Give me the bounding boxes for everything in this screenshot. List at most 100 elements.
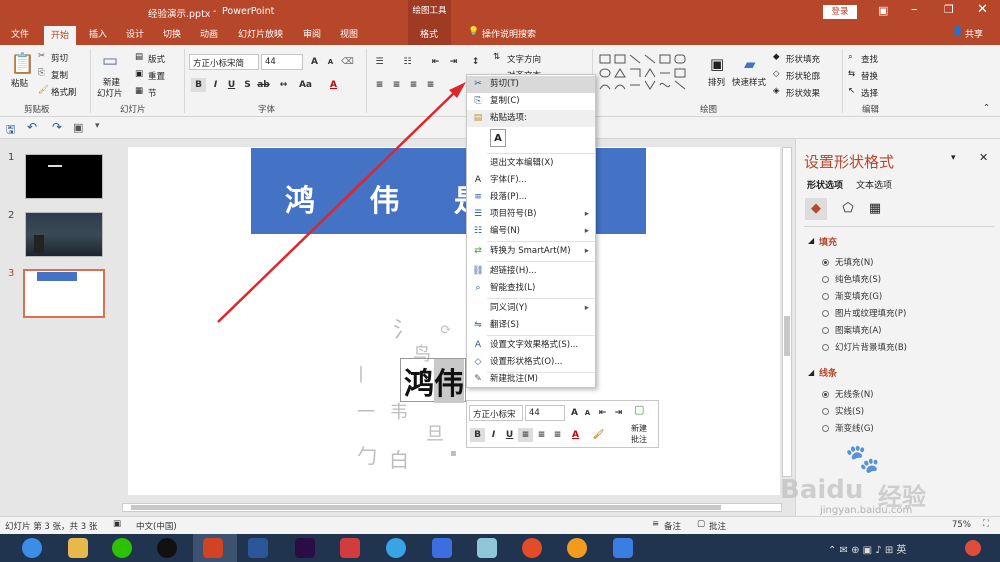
app-icon[interactable] [477, 538, 497, 558]
menu-separator [487, 153, 595, 154]
line-section-header[interactable]: 线条 [819, 366, 837, 379]
mini-shrink-font-icon[interactable]: A [580, 406, 595, 420]
word-icon[interactable] [248, 538, 268, 558]
menu-item-hyperlink[interactable]: ⛓ 超链接(H)... [467, 263, 595, 280]
pane-title: 设置形状格式 [804, 153, 895, 171]
mini-align-center-icon[interactable]: ≡ [534, 428, 549, 442]
wps-icon[interactable] [613, 538, 633, 558]
radio-label: 无填充(N) [835, 258, 874, 268]
fill-option-gradient[interactable]: 渐变填充(G) [822, 290, 882, 302]
menu-item-copy[interactable]: ⎘ 复制(C) [467, 93, 595, 110]
menu-item-paragraph[interactable]: ≡ 段落(P)... [467, 189, 595, 206]
mini-align-left-icon[interactable]: ≡ [518, 428, 533, 442]
pane-options-icon[interactable]: ▾ [951, 153, 956, 163]
mini-new-comment-label[interactable]: 新建 [631, 423, 647, 434]
fill-option-slide-bg[interactable]: 幻灯片背景填充(B) [822, 341, 907, 353]
effects-icon[interactable]: ⬠ [837, 198, 859, 220]
wechat-icon[interactable] [112, 538, 132, 558]
fill-option-solid[interactable]: 纯色填充(S) [822, 273, 881, 285]
vertical-scroll-thumb[interactable] [784, 316, 790, 356]
vertical-scrollbar[interactable] [782, 147, 792, 477]
menu-item-bullets[interactable]: ☰ 项目符号(B) ▸ [467, 206, 595, 223]
menu-separator [487, 335, 595, 336]
comments-icon[interactable]: ▢ [697, 519, 705, 529]
menu-item-smart-lookup[interactable]: ⌕ 智能查找(L) [467, 280, 595, 297]
file-explorer-icon[interactable] [68, 538, 88, 558]
collapse-fill-icon[interactable]: ◢ [808, 236, 814, 245]
context-menu: ✂ 剪切(T) ⎘ 复制(C) ▤ 粘贴选项: A 退出文本编辑(X) A 字体(F).… [466, 74, 596, 388]
powerpoint-icon[interactable] [203, 538, 223, 558]
mini-new-comment-label-2[interactable]: 批注 [631, 434, 647, 445]
mini-increase-indent-icon[interactable]: ⇥ [611, 406, 626, 420]
menu-item-synonyms[interactable]: 同义词(Y) ▸ [467, 300, 595, 317]
font-icon: A [474, 175, 482, 185]
line-option-gradient[interactable]: 渐变线(G) [822, 422, 874, 434]
menu-label: 剪切(T) [490, 79, 519, 89]
menu-item-numbering[interactable]: ☷ 编号(N) ▸ [467, 223, 595, 240]
radio-label: 渐变线(G) [835, 424, 874, 434]
menu-item-format-shape[interactable]: ◇ 设置形状格式(O)... [467, 354, 595, 371]
comment-icon: ✎ [474, 374, 482, 384]
menu-item-translate[interactable]: ⇋ 翻译(S) [467, 317, 595, 334]
fill-option-pattern[interactable]: 图案填充(A) [822, 324, 881, 336]
translate-icon: ⇋ [474, 320, 482, 330]
menu-label: 段落(P)... [490, 192, 527, 202]
app-icon[interactable] [567, 538, 587, 558]
language-status[interactable]: 中文(中国) [136, 520, 177, 532]
radio-label: 图案填充(A) [835, 326, 882, 336]
sogou-icon[interactable] [965, 540, 981, 556]
menu-item-text-effects[interactable]: A 设置文字效果格式(S)... [467, 337, 595, 354]
mini-decrease-indent-icon[interactable]: ⇤ [595, 406, 610, 420]
menu-label: 新建批注(M) [490, 374, 538, 384]
mini-underline-button[interactable]: U [502, 428, 517, 442]
mini-align-right-icon[interactable]: ≡ [550, 428, 565, 442]
menu-separator [487, 261, 595, 262]
size-properties-icon[interactable]: ▦ [864, 198, 886, 220]
menu-label: 编号(N) [490, 226, 520, 236]
menu-item-cut[interactable]: ✂ 剪切(T) [467, 76, 595, 93]
app-icon[interactable] [386, 538, 406, 558]
radio-label: 图片或纹理填充(P) [835, 309, 907, 319]
mini-font-color-icon[interactable]: A [568, 428, 583, 442]
mini-format-painter-icon[interactable]: 🖌 [591, 428, 606, 442]
comments-button[interactable]: 批注 [709, 520, 726, 532]
collapse-line-icon[interactable]: ◢ [808, 368, 814, 377]
menu-item-smartart[interactable]: ⇄ 转换为 SmartArt(M) ▸ [467, 243, 595, 260]
qq-icon[interactable] [157, 538, 177, 558]
notes-icon[interactable]: ≡ [652, 519, 659, 529]
fill-option-picture[interactable]: 图片或纹理填充(P) [822, 307, 906, 319]
menu-label: 转换为 SmartArt(M) [490, 246, 571, 256]
paste-keep-text-only[interactable]: A [467, 129, 595, 151]
menu-item-exit-edit[interactable]: 退出文本编辑(X) [467, 155, 595, 172]
menu-label: 粘贴选项: [490, 113, 527, 123]
mini-bold-button[interactable]: B [470, 428, 485, 442]
menu-separator [487, 241, 595, 242]
chrome-icon[interactable] [522, 538, 542, 558]
mini-size-combo[interactable]: 44 [525, 405, 565, 421]
tray-icons[interactable]: ⌃ ✉ ⊕ ▣ ♪ ⊞ 英 [828, 541, 906, 556]
mini-font-combo[interactable]: 方正小标宋 [469, 405, 523, 421]
mini-italic-button[interactable]: I [486, 428, 501, 442]
app-icon[interactable] [340, 538, 360, 558]
zoom-level[interactable]: 75% [952, 520, 971, 530]
line-option-none[interactable]: 无线条(N) [822, 388, 874, 400]
pane-close-icon[interactable]: ✕ [979, 151, 988, 164]
horizontal-scrollbar[interactable] [122, 503, 782, 512]
line-option-solid[interactable]: 实线(S) [822, 405, 864, 417]
mini-toolbar: 方正小标宋 44 A A ⇤ ⇥ B I U ≡ ≡ ≡ A 🖌 ▢ 新建 批注 [466, 400, 659, 448]
premiere-icon[interactable] [295, 538, 315, 558]
app-icon[interactable] [432, 538, 452, 558]
tab-text-options[interactable]: 文本选项 [856, 178, 892, 191]
fit-slide-icon[interactable]: ⛶ [983, 519, 989, 529]
horizontal-scroll-thumb[interactable] [131, 505, 721, 510]
fill-line-icon[interactable]: ◆ [805, 198, 827, 220]
browser-icon[interactable] [22, 538, 42, 558]
tab-shape-options[interactable]: 形状选项 [807, 178, 843, 191]
mini-comment-icon[interactable]: ▢ [634, 403, 644, 416]
spellcheck-icon[interactable]: ▣ [113, 519, 121, 529]
fill-section-header[interactable]: 填充 [819, 235, 837, 248]
fill-option-none[interactable]: 无填充(N) [822, 256, 874, 268]
notes-button[interactable]: 备注 [664, 520, 681, 532]
menu-item-font[interactable]: A 字体(F)... [467, 172, 595, 189]
menu-item-new-comment[interactable]: ✎ 新建批注(M) [467, 371, 595, 388]
